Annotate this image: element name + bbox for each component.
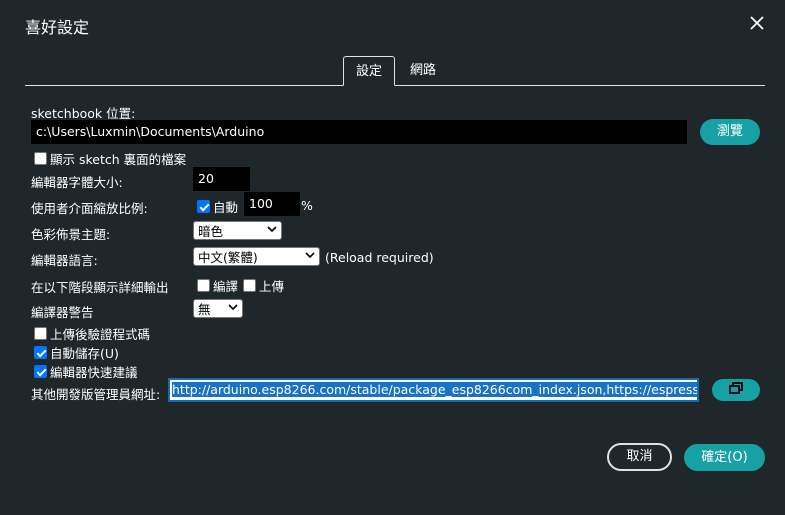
ui-scale-auto-label: 自動 (213, 200, 239, 215)
language-label: 編輯器語言: (31, 253, 98, 268)
verbose-upload-option[interactable]: 上傳 (243, 276, 284, 295)
verify-upload-label: 上傳後驗證程式碼 (50, 327, 151, 342)
verify-upload-checkbox[interactable] (34, 327, 47, 340)
tab-network[interactable]: 網路 (397, 56, 449, 86)
dialog-title: 喜好設定 (25, 18, 90, 37)
cancel-button[interactable]: 取消 (607, 443, 672, 471)
quick-suggestions-option[interactable]: 編輯器快速建議 (34, 362, 138, 381)
language-note: (Reload required) (325, 250, 434, 265)
ui-scale-input[interactable]: 100 (244, 192, 300, 216)
show-files-label: 顯示 sketch 裏面的檔案 (50, 152, 187, 167)
theme-label: 色彩佈景主題: (31, 227, 111, 242)
window-restore-icon (729, 382, 743, 398)
autosave-option[interactable]: 自動儲存(U) (34, 343, 119, 362)
autosave-checkbox[interactable] (34, 346, 47, 359)
language-select[interactable]: 中文(繁體) (193, 247, 320, 266)
boards-url-label: 其他開發版管理員網址: (31, 387, 161, 402)
verbose-compile-label: 編譯 (213, 279, 239, 294)
boards-url-value: http://arduino.esp8266.com/stable/packag… (172, 382, 697, 397)
verify-upload-option[interactable]: 上傳後驗證程式碼 (34, 324, 150, 343)
verbose-upload-label: 上傳 (259, 279, 285, 294)
tab-divider (25, 85, 765, 86)
theme-select-value: 暗色 (198, 224, 224, 239)
browse-button[interactable]: 瀏覽 (700, 119, 760, 145)
language-select-value: 中文(繁體) (198, 250, 258, 265)
tab-settings[interactable]: 設定 (343, 56, 395, 86)
chevron-down-icon (267, 225, 277, 236)
chevron-down-icon (305, 251, 315, 262)
font-size-label: 編輯器字體大小: (31, 175, 123, 190)
ok-button[interactable]: 確定(O) (684, 444, 765, 471)
quick-suggestions-checkbox[interactable] (34, 365, 47, 378)
show-files-option[interactable]: 顯示 sketch 裏面的檔案 (34, 149, 186, 168)
warnings-label: 編譯器警告 (31, 305, 94, 320)
theme-select[interactable]: 暗色 (193, 221, 282, 240)
ui-scale-label: 使用者介面縮放比例: (31, 201, 148, 216)
chevron-down-icon (228, 303, 238, 314)
ui-scale-auto-option[interactable]: 自動 (197, 197, 238, 216)
autosave-label: 自動儲存(U) (50, 346, 119, 361)
open-url-editor-button[interactable] (712, 379, 760, 401)
ui-scale-auto-checkbox[interactable] (197, 200, 210, 213)
verbose-compile-checkbox[interactable] (197, 279, 210, 292)
close-icon[interactable] (748, 14, 766, 32)
ui-scale-unit: % (301, 198, 313, 213)
verbose-upload-checkbox[interactable] (243, 279, 256, 292)
font-size-input[interactable]: 20 (193, 167, 250, 191)
boards-url-input[interactable]: http://arduino.esp8266.com/stable/packag… (168, 378, 699, 402)
show-files-checkbox[interactable] (34, 152, 47, 165)
verbose-label: 在以下階段顯示詳細輸出 (31, 280, 169, 295)
warnings-select[interactable]: 無 (193, 299, 243, 318)
warnings-select-value: 無 (198, 302, 211, 317)
sketchbook-path-input[interactable]: c:\Users\Luxmin\Documents\Arduino (31, 120, 687, 144)
quick-suggestions-label: 編輯器快速建議 (50, 365, 138, 380)
verbose-compile-option[interactable]: 編譯 (197, 276, 238, 295)
